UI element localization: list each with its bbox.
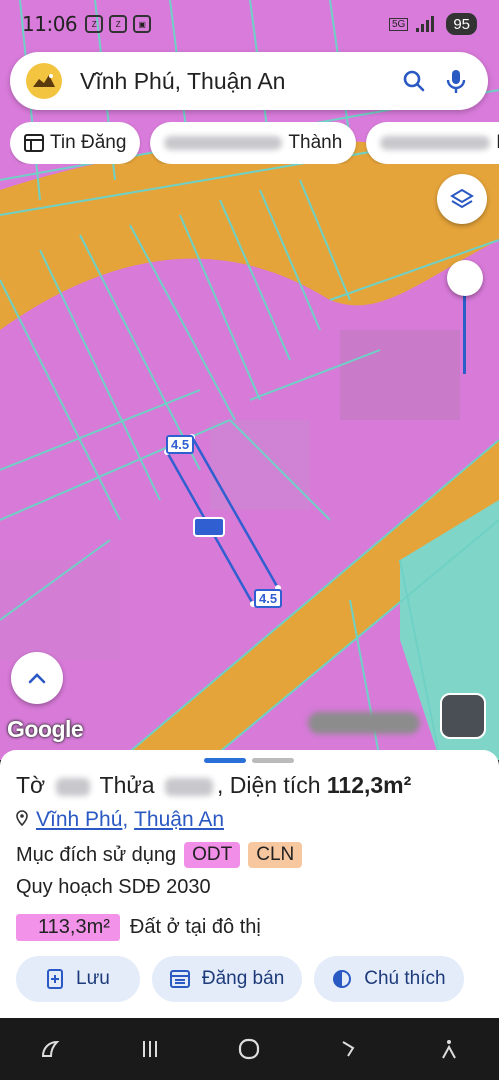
system-nav-bar <box>0 1018 499 1080</box>
layers-icon <box>450 187 474 211</box>
status-bar: 11:06 Z Z ▣ 5G 95 <box>0 0 499 48</box>
status-time: 11:06 <box>22 12 78 36</box>
microphone-icon[interactable] <box>440 65 472 97</box>
sheet-number-label: Tờ <box>16 772 46 798</box>
image-icon: ▣ <box>133 15 152 33</box>
network-icon: 5G <box>388 17 409 31</box>
zalo-icon: Z <box>85 15 104 33</box>
listing-icon <box>169 970 190 988</box>
post-sale-button[interactable]: Đăng bán <box>151 956 303 1002</box>
chip-location-1[interactable]: Thành <box>150 122 357 164</box>
parcel-number-label: Thửa <box>99 772 155 798</box>
redacted-sheet-number <box>55 777 90 796</box>
redacted-info <box>308 712 420 734</box>
legend-button[interactable]: Chú thích <box>314 956 464 1002</box>
search-icon[interactable] <box>398 65 430 97</box>
signal-icon <box>416 16 438 32</box>
notification-icons: Z Z ▣ <box>85 15 152 33</box>
bookmark-plus-icon <box>46 969 64 989</box>
recent-apps-icon[interactable] <box>130 1029 170 1069</box>
location-pin-icon <box>16 809 28 831</box>
land-use-tag-cln: CLN <box>248 842 303 868</box>
parcel-info-sheet[interactable]: Tờ Thửa , Diện tích 112,3m² Vĩnh Phú, Th… <box>0 750 499 1018</box>
chip-tin-dang[interactable]: Tin Đăng <box>10 122 141 164</box>
listing-icon <box>24 134 44 152</box>
post-sale-label: Đăng bán <box>201 968 285 989</box>
map-view[interactable]: 4.5 4.5 Google <box>0 0 499 760</box>
parcel-marker-icon[interactable] <box>193 517 225 537</box>
chip-location-2[interactable]: M <box>366 122 499 164</box>
search-query[interactable]: Vĩnh Phú, Thuận An <box>80 68 388 95</box>
save-label: Lưu <box>76 968 110 989</box>
app-logo-icon[interactable] <box>26 63 62 99</box>
land-use-tag-odt: ODT <box>184 842 241 868</box>
google-watermark: Google <box>7 716 84 742</box>
parcel-area-value: 112,3m² <box>326 772 412 798</box>
district-link[interactable]: Thuận An <box>134 808 224 832</box>
plan-row: Quy hoạch SDĐ 2030 <box>16 876 211 899</box>
action-buttons: Lưu Đăng bán Chú thích <box>16 956 464 1002</box>
plan-label: Quy hoạch SDĐ 2030 <box>16 876 211 898</box>
plan-area-desc: Đất ở tại đô thị <box>129 916 261 938</box>
chevron-up-icon <box>27 671 47 685</box>
sheet-handle[interactable] <box>204 758 294 763</box>
assistant-icon[interactable] <box>30 1029 70 1069</box>
land-use-label: Mục đích sử dụng <box>16 843 177 866</box>
redacted-text <box>164 136 283 150</box>
contrast-icon <box>332 969 352 989</box>
location-separator: , <box>122 808 129 831</box>
land-use-row: Mục đích sử dụng ODT CLN <box>16 842 303 868</box>
expand-up-button[interactable] <box>11 652 63 704</box>
chip-label: Tin Đăng <box>50 132 127 153</box>
ward-link[interactable]: Vĩnh Phú <box>36 808 122 832</box>
redacted-text <box>380 136 491 150</box>
accessibility-icon[interactable] <box>429 1029 469 1069</box>
battery-icon: 95 <box>446 13 477 35</box>
parcel-location[interactable]: Vĩnh Phú, Thuận An <box>16 808 224 832</box>
search-bar[interactable]: Vĩnh Phú, Thuận An <box>10 52 488 110</box>
chip-label: Thành <box>288 132 343 153</box>
parcel-title: Tờ Thửa , Diện tích 112,3m² <box>16 772 411 799</box>
edge-length-bottom-label: 4.5 <box>254 589 283 608</box>
zalo-icon: Z <box>109 15 128 33</box>
edge-length-top-label: 4.5 <box>166 435 195 454</box>
filter-chips: Tin Đăng Thành M <box>10 122 499 164</box>
redacted-parcel-number <box>164 777 213 796</box>
plan-area-row: 113,3m² Đất ở tại đô thị <box>16 914 261 941</box>
save-button[interactable]: Lưu <box>16 956 140 1002</box>
plan-area-badge: 113,3m² <box>16 914 120 941</box>
map-canvas[interactable] <box>0 0 499 760</box>
street-view-thumbnail[interactable] <box>440 693 486 739</box>
back-icon[interactable] <box>329 1029 369 1069</box>
legend-label: Chú thích <box>364 968 446 989</box>
layers-button[interactable] <box>437 174 487 224</box>
home-icon[interactable] <box>229 1029 269 1069</box>
opacity-slider-handle[interactable] <box>447 260 483 296</box>
area-label: , Diện tích <box>216 772 321 798</box>
battery-level: 95 <box>453 15 470 33</box>
